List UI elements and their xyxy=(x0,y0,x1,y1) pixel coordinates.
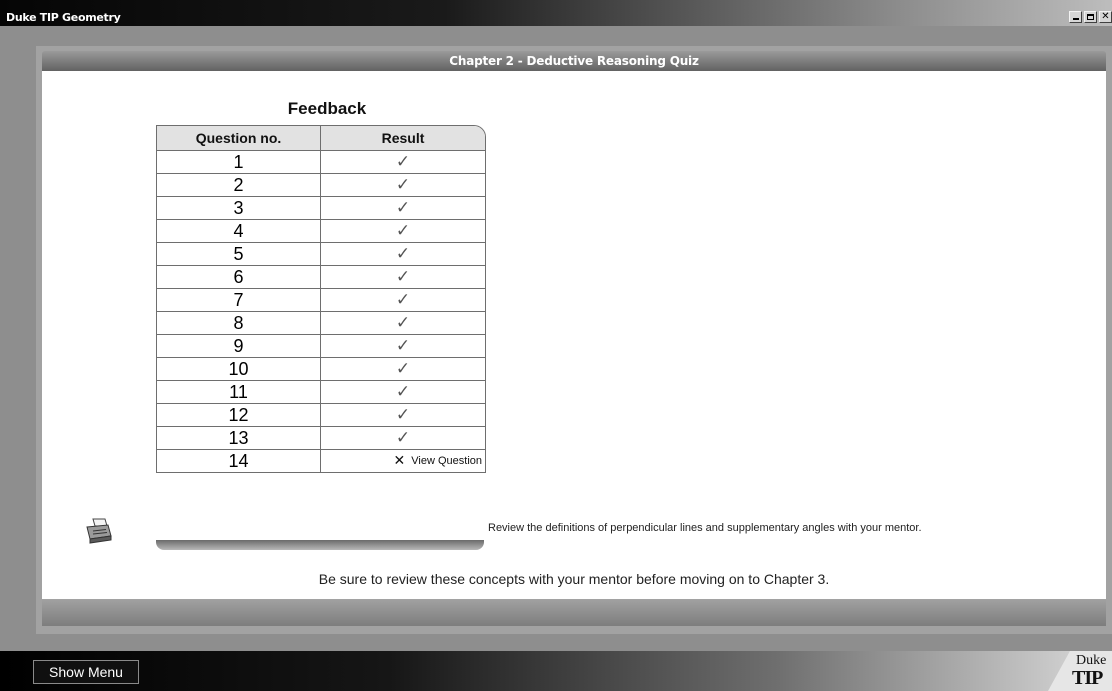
cross-icon: ✕ xyxy=(393,453,406,469)
table-row: 9 ✓ xyxy=(157,335,485,358)
maximize-button[interactable] xyxy=(1084,11,1097,23)
table-row: 8 ✓ xyxy=(157,312,485,335)
quiz-title: Chapter 2 - Deductive Reasoning Quiz xyxy=(449,54,699,68)
printer-icon[interactable] xyxy=(84,516,114,546)
table-header: Question no. Result xyxy=(157,126,485,151)
question-number: 10 xyxy=(157,358,321,380)
result-cell: ✕ View Question xyxy=(321,450,485,472)
check-icon: ✓ xyxy=(395,359,411,379)
check-icon: ✓ xyxy=(395,267,411,287)
question-number: 9 xyxy=(157,335,321,357)
quiz-panel: Chapter 2 - Deductive Reasoning Quiz Fee… xyxy=(36,46,1112,634)
table-row: 11 ✓ xyxy=(157,381,485,404)
table-row: 6 ✓ xyxy=(157,266,485,289)
question-number: 7 xyxy=(157,289,321,311)
quiz-content: Feedback Question no. Result 1 ✓ 2 ✓ 3 ✓ 4 ✓ 5 ✓ 6… xyxy=(42,71,1106,599)
check-icon: ✓ xyxy=(395,175,411,195)
check-icon: ✓ xyxy=(395,382,411,402)
question-number: 14 xyxy=(157,450,321,472)
table-row: 3 ✓ xyxy=(157,197,485,220)
check-icon: ✓ xyxy=(395,405,411,425)
table-row: 12 ✓ xyxy=(157,404,485,427)
duke-tip-logo: Duke TIP xyxy=(1048,651,1112,691)
table-row: 4 ✓ xyxy=(157,220,485,243)
table-row: 1 ✓ xyxy=(157,151,485,174)
check-icon: ✓ xyxy=(395,428,411,448)
question-number: 5 xyxy=(157,243,321,265)
minimize-button[interactable] xyxy=(1069,11,1082,23)
question-number: 8 xyxy=(157,312,321,334)
feedback-title: Feedback xyxy=(287,99,367,118)
view-question-link[interactable]: View Question xyxy=(411,450,482,472)
table-row: 14 ✕ View Question xyxy=(157,450,485,472)
quiz-footer-bar xyxy=(42,600,1106,626)
bottom-bar: Show Menu Duke TIP xyxy=(0,651,1112,691)
close-button[interactable]: ✕ xyxy=(1099,11,1112,23)
logo-text-tip: TIP xyxy=(1072,667,1103,689)
check-icon: ✓ xyxy=(395,221,411,241)
question-number: 4 xyxy=(157,220,321,242)
bottom-message: Be sure to review these concepts with yo… xyxy=(318,571,830,587)
table-row: 10 ✓ xyxy=(157,358,485,381)
table-row: 7 ✓ xyxy=(157,289,485,312)
question-number: 3 xyxy=(157,197,321,219)
question-number: 11 xyxy=(157,381,321,403)
window-title: Duke TIP Geometry xyxy=(6,11,121,24)
check-icon: ✓ xyxy=(395,313,411,333)
feedback-table: Question no. Result 1 ✓ 2 ✓ 3 ✓ 4 ✓ 5 ✓ 6 ✓ 7 ✓ 8 ✓ 9 ✓ 10… xyxy=(156,125,486,473)
question-number: 12 xyxy=(157,404,321,426)
table-body: 1 ✓ 2 ✓ 3 ✓ 4 ✓ 5 ✓ 6 ✓ 7 ✓ 8 ✓ 9 ✓ 10 ✓ 11 ✓ 12 ✓ 13 ✓ 14 ✕ View Qu… xyxy=(157,151,485,472)
question-number: 6 xyxy=(157,266,321,288)
table-row: 5 ✓ xyxy=(157,243,485,266)
window-controls: ✕ xyxy=(1069,11,1112,23)
check-icon: ✓ xyxy=(395,198,411,218)
check-icon: ✓ xyxy=(395,152,411,172)
question-number: 13 xyxy=(157,427,321,449)
show-menu-button[interactable]: Show Menu xyxy=(33,660,139,684)
question-number: 1 xyxy=(157,151,321,173)
table-row: 13 ✓ xyxy=(157,427,485,450)
quiz-header: Chapter 2 - Deductive Reasoning Quiz xyxy=(42,51,1106,71)
check-icon: ✓ xyxy=(395,336,411,356)
table-row: 2 ✓ xyxy=(157,174,485,197)
check-icon: ✓ xyxy=(395,244,411,264)
column-header-question: Question no. xyxy=(157,126,321,150)
column-header-result: Result xyxy=(381,130,425,146)
table-bottom-bar xyxy=(156,540,484,550)
question-number: 2 xyxy=(157,174,321,196)
check-icon: ✓ xyxy=(395,290,411,310)
review-note: Review the definitions of perpendicular … xyxy=(488,522,922,534)
window-title-bar: Duke TIP Geometry ✕ xyxy=(0,0,1112,26)
